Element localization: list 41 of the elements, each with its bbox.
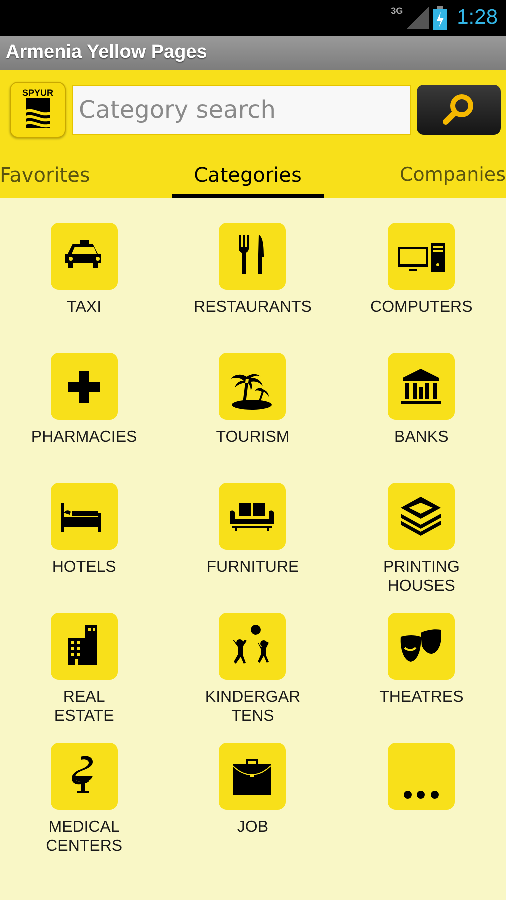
tab[interactable]: Favorites — [0, 150, 100, 198]
more-icon — [388, 743, 456, 810]
caduceus-icon — [50, 743, 118, 810]
bank-icon — [388, 353, 456, 420]
cross-icon — [50, 353, 118, 420]
category-button[interactable]: TAXI — [50, 223, 118, 317]
tab[interactable]: Categories — [172, 150, 324, 198]
more-button[interactable] — [388, 743, 456, 810]
category-button[interactable]: HOTELS — [50, 483, 118, 577]
category-button[interactable]: COMPUTERS — [370, 223, 473, 317]
app-title: Armenia Yellow Pages — [6, 42, 208, 64]
category-button[interactable]: FURNITURE — [206, 483, 300, 577]
fork-knife-icon — [219, 223, 286, 290]
category-button[interactable]: BANKS — [388, 353, 456, 447]
category-button[interactable]: THEATRES — [380, 613, 464, 707]
signal-icon — [407, 7, 430, 29]
clock: 1:28 — [457, 6, 498, 30]
category-button[interactable]: PHARMACIES — [31, 353, 138, 447]
car-icon — [50, 223, 118, 290]
category-button[interactable]: REAL ESTATE — [50, 613, 118, 726]
network-type: 3G — [391, 6, 404, 16]
buildings-icon — [50, 613, 118, 680]
palm-island-icon — [219, 353, 286, 420]
battery-icon — [433, 6, 448, 30]
computer-icon — [388, 223, 456, 290]
briefcase-icon — [219, 743, 286, 810]
layers-icon — [388, 483, 456, 550]
category-button[interactable]: JOB — [219, 743, 286, 837]
category-button[interactable]: TOURISM — [216, 353, 290, 447]
category-button[interactable]: KINDERGAR TENS — [205, 613, 301, 726]
search-field[interactable]: Category search — [72, 85, 411, 135]
children-icon — [219, 613, 286, 680]
bed-icon — [50, 483, 118, 550]
category-button[interactable]: RESTAURANTS — [194, 223, 312, 317]
sofa-icon — [219, 483, 286, 550]
category-button[interactable]: MEDICAL CENTERS — [46, 743, 123, 856]
category-button[interactable]: PRINTING HOUSES — [383, 483, 460, 596]
app-logo[interactable]: SPYUR — [10, 82, 66, 138]
tab[interactable]: Companies — [396, 150, 506, 198]
search-button[interactable] — [417, 85, 501, 135]
masks-icon — [388, 613, 456, 680]
